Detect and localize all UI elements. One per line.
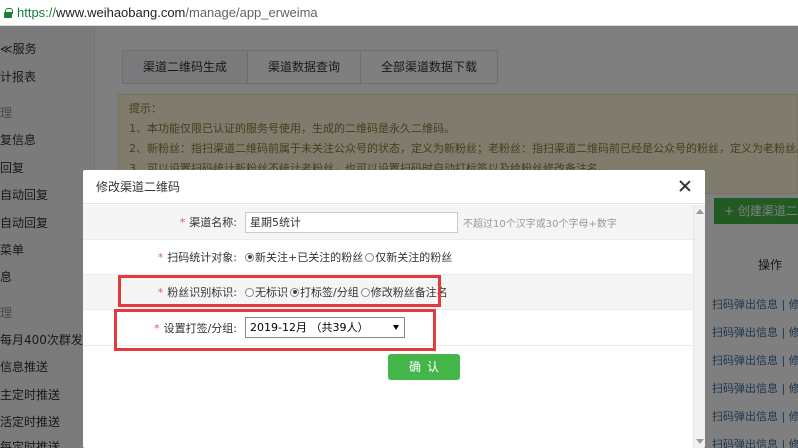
scan-stats-label: * 扫码统计对象:: [157, 251, 237, 264]
scroll-up-icon[interactable]: [696, 209, 704, 214]
required-mark: *: [179, 216, 186, 229]
radio-new-and-existing-fans[interactable]: 新关注+已关注的粉丝: [245, 249, 363, 265]
radio-checked-icon[interactable]: [245, 252, 254, 262]
scroll-down-icon[interactable]: [696, 439, 704, 444]
confirm-button[interactable]: 确认: [388, 354, 460, 380]
radio-unchecked-icon[interactable]: [365, 252, 375, 262]
url-path: /manage/app_erweima: [185, 5, 318, 20]
url-scheme: https://: [17, 5, 57, 20]
channel-name-row: * 渠道名称: 星期5统计 不超过10个汉字或30个字母+数字: [83, 205, 693, 240]
highlight-box-fan-identify: [118, 275, 441, 307]
dialog-scrollbar[interactable]: [693, 205, 705, 448]
radio-new-fans-only[interactable]: 仅新关注的粉丝: [365, 249, 452, 265]
dialog-title: 修改渠道二维码: [96, 180, 181, 194]
lock-icon: [4, 8, 13, 18]
scan-stats-options: 新关注+已关注的粉丝 仅新关注的粉丝: [245, 249, 454, 265]
url-host: www.weihaobang.com: [56, 5, 186, 20]
url-text[interactable]: https://www.weihaobang.com/manage/app_er…: [17, 5, 318, 20]
address-bar[interactable]: https://www.weihaobang.com/manage/app_er…: [0, 0, 798, 26]
dialog-header: 修改渠道二维码: [83, 170, 705, 204]
channel-name-label: * 渠道名称:: [179, 216, 237, 229]
close-icon[interactable]: [677, 178, 693, 194]
channel-name-hint: 不超过10个汉字或30个字母+数字: [463, 218, 617, 230]
highlight-box-tag-group: [114, 309, 436, 351]
scan-stats-row: * 扫码统计对象: 新关注+已关注的粉丝 仅新关注的粉丝: [83, 240, 693, 275]
channel-name-input[interactable]: 星期5统计: [245, 211, 458, 233]
required-mark: *: [157, 251, 164, 264]
